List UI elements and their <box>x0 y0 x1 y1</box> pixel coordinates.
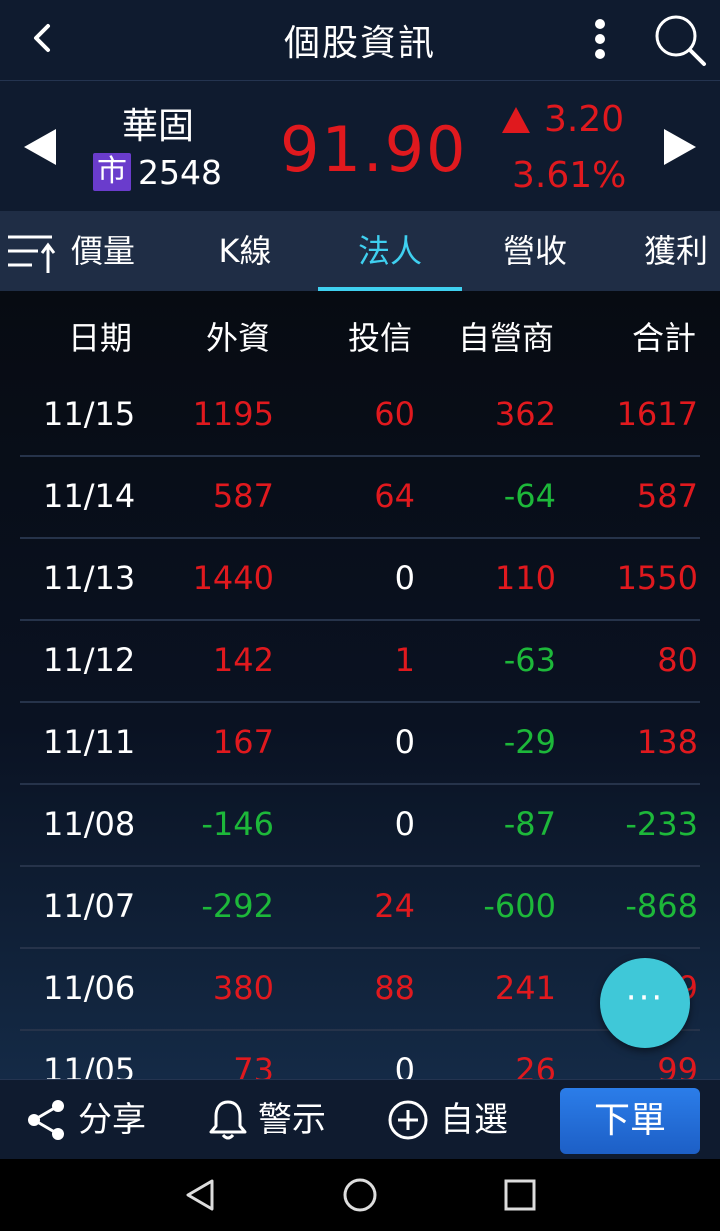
trust-cell: 0 <box>394 1051 415 1079</box>
header-foreign: 外資 <box>206 319 271 357</box>
dealer-cell: 362 <box>494 395 556 433</box>
tab-price-volume[interactable]: 價量 <box>60 211 146 291</box>
total-cell: 587 <box>636 477 698 515</box>
market-badge: 市 <box>93 153 131 191</box>
more-actions-fab[interactable]: ··· <box>600 958 690 1048</box>
previous-stock-arrow-icon[interactable] <box>20 125 64 169</box>
table-header: 日期 外資 投信 自營商 合計 <box>0 291 720 375</box>
trust-cell: 1 <box>394 641 415 679</box>
table-row[interactable]: 11/05 73 0 26 99 <box>0 1031 720 1079</box>
alert-button[interactable]: 警示 <box>258 1080 326 1160</box>
system-navigation-bar <box>0 1159 720 1231</box>
tab-revenue[interactable]: 營收 <box>480 211 590 291</box>
dealer-cell: 26 <box>515 1051 556 1079</box>
add-circle-icon[interactable] <box>386 1098 430 1142</box>
stock-code: 2548 <box>138 153 222 192</box>
trust-cell: 88 <box>374 969 415 1007</box>
dealer-cell: -600 <box>483 887 556 925</box>
nav-home-icon[interactable] <box>340 1175 380 1215</box>
nav-recents-icon[interactable] <box>500 1175 540 1215</box>
total-cell: 80 <box>657 641 698 679</box>
dealer-cell: -63 <box>503 641 556 679</box>
bottom-action-bar: 分享 警示 自選 下單 <box>0 1079 720 1160</box>
vertical-dots-icon[interactable] <box>582 14 618 64</box>
foreign-cell: -146 <box>201 805 274 843</box>
search-icon[interactable] <box>652 12 708 68</box>
dealer-cell: 110 <box>494 559 556 597</box>
watchlist-button[interactable]: 自選 <box>440 1080 508 1160</box>
section-tabs: 價量 K線 法人 營收 獲利 <box>0 211 720 291</box>
table-row[interactable]: 11/07 -292 24 -600 -868 <box>0 867 720 949</box>
chevron-left-icon[interactable] <box>22 16 62 60</box>
stock-name: 華固 <box>121 106 194 147</box>
header-dealer: 自營商 <box>458 319 555 357</box>
next-stock-arrow-icon[interactable] <box>656 125 700 169</box>
tab-profit[interactable]: 獲利 <box>620 211 720 291</box>
header-total: 合計 <box>632 319 697 357</box>
sort-icon[interactable] <box>8 229 58 275</box>
table-row[interactable]: 11/14 587 64 -64 587 <box>0 457 720 539</box>
dealer-cell: 241 <box>494 969 556 1007</box>
order-button[interactable]: 下單 <box>560 1088 700 1154</box>
stock-price: 91.90 <box>280 113 468 186</box>
trust-cell: 0 <box>394 559 415 597</box>
total-cell: -233 <box>625 805 698 843</box>
table-row[interactable]: 11/11 167 0 -29 138 <box>0 703 720 785</box>
total-cell: 1617 <box>616 395 698 433</box>
dealer-cell: -64 <box>503 477 556 515</box>
table-row[interactable]: 11/08 -146 0 -87 -233 <box>0 785 720 867</box>
dealer-cell: -87 <box>503 805 556 843</box>
trust-cell: 0 <box>394 805 415 843</box>
stock-quote-header: 華固 市 2548 91.90 3.20 3.61% <box>0 81 720 211</box>
total-cell: -868 <box>625 887 698 925</box>
total-cell: 138 <box>636 723 698 761</box>
foreign-cell: 1195 <box>192 395 274 433</box>
foreign-cell: 142 <box>212 641 274 679</box>
up-triangle-icon <box>502 107 530 133</box>
foreign-cell: 1440 <box>192 559 274 597</box>
header-date: 日期 <box>68 319 133 357</box>
bell-icon[interactable] <box>206 1098 250 1142</box>
trust-cell: 24 <box>374 887 415 925</box>
foreign-cell: 587 <box>212 477 274 515</box>
total-cell: 99 <box>657 1051 698 1079</box>
share-button[interactable]: 分享 <box>78 1080 146 1160</box>
price-change: 3.20 <box>544 99 625 140</box>
foreign-cell: 380 <box>212 969 274 1007</box>
trust-cell: 60 <box>374 395 415 433</box>
foreign-cell: -292 <box>201 887 274 925</box>
dealer-cell: -29 <box>503 723 556 761</box>
trust-cell: 0 <box>394 723 415 761</box>
header-trust: 投信 <box>348 319 413 357</box>
ellipsis-icon: ··· <box>625 978 665 1018</box>
table-row[interactable]: 11/13 1440 0 110 1550 <box>0 539 720 621</box>
foreign-cell: 167 <box>212 723 274 761</box>
price-change-percent: 3.61% <box>512 155 627 196</box>
top-app-bar: 個股資訊 <box>0 0 720 81</box>
share-icon[interactable] <box>24 1098 68 1142</box>
total-cell: 1550 <box>616 559 698 597</box>
institutional-trading-table[interactable]: 日期 外資 投信 自營商 合計 11/15 1195 60 362 1617 11/14 5… <box>0 291 720 1079</box>
trust-cell: 64 <box>374 477 415 515</box>
tab-kline[interactable]: K線 <box>190 211 300 291</box>
tab-institutional[interactable]: 法人 <box>318 211 462 291</box>
table-row[interactable]: 11/15 1195 60 362 1617 <box>0 375 720 457</box>
nav-back-icon[interactable] <box>180 1175 220 1215</box>
table-row[interactable]: 11/12 142 1 -63 80 <box>0 621 720 703</box>
foreign-cell: 73 <box>233 1051 274 1079</box>
